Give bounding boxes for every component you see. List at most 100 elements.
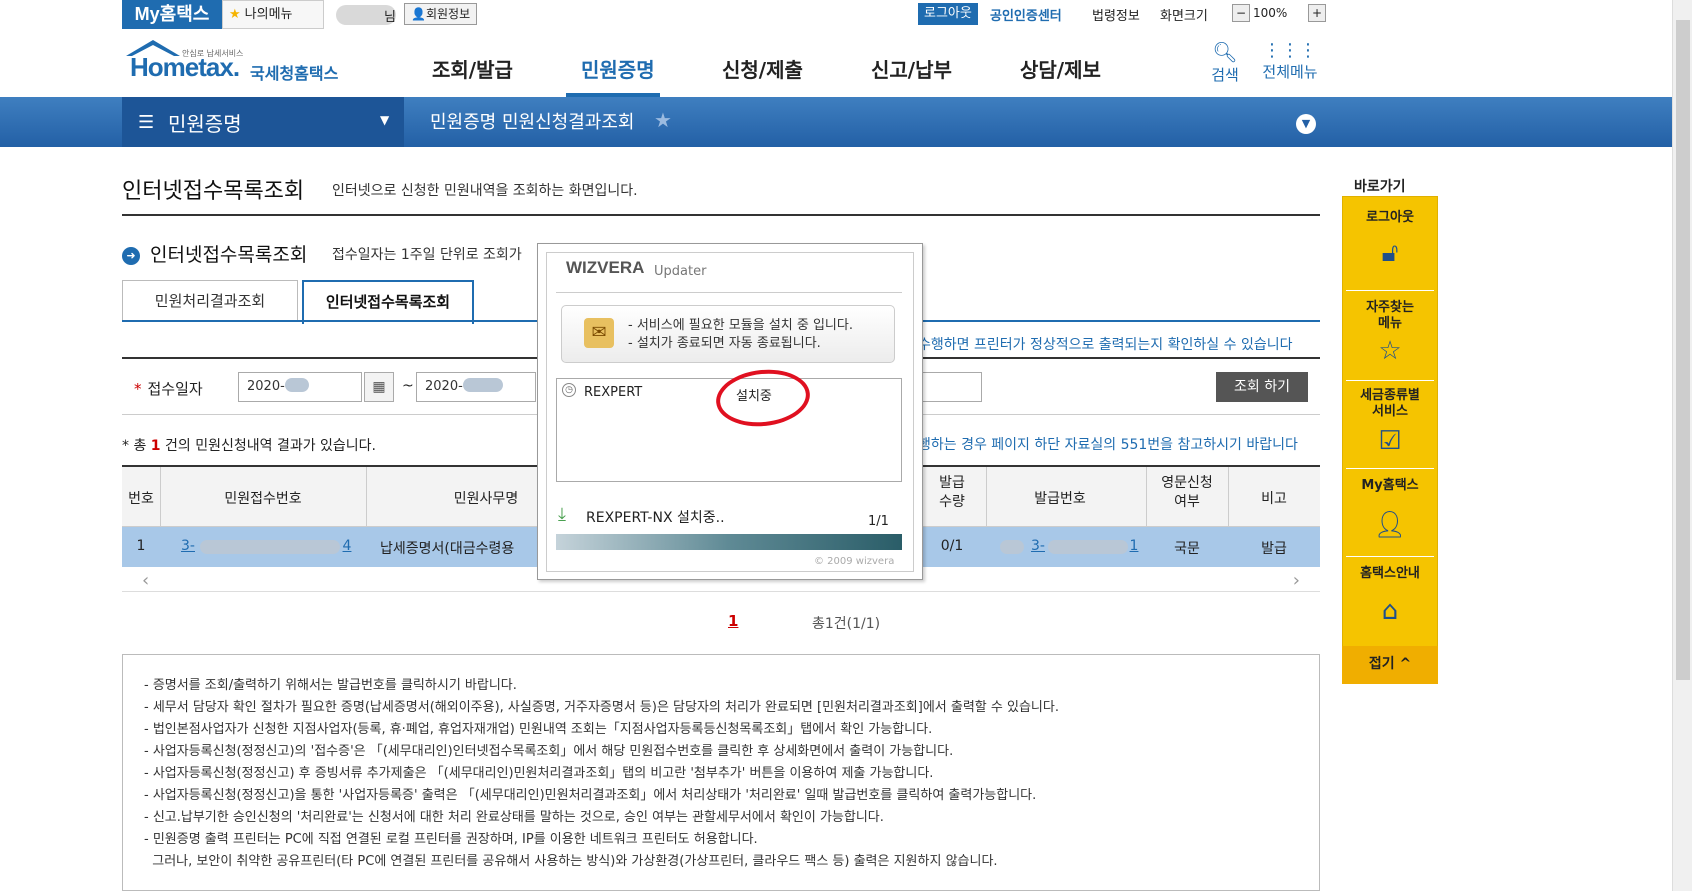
chevron-left-icon[interactable]: ‹ [142,570,149,591]
my-menu-label: 나의메뉴 [244,7,293,22]
popup-divider [556,292,902,293]
tab-internet-receipt-list[interactable]: 인터넷접수목록조회 [302,280,474,324]
gnb-inquiry-issue[interactable]: 조회/발급 [432,54,513,83]
notice-line: - 신고.납부기한 승인신청의 '처리완료'는 신청서에 대한 처리 완료상태를… [144,810,884,825]
section-title-text: 인터넷접수목록조회 [150,244,308,266]
column-header-english: 영문신청 여부 [1161,475,1213,510]
install-message-line: - 서비스에 필요한 모듈을 설치 중 입니다. [628,318,853,333]
column-header-no: 번호 [128,491,154,507]
vertical-scrollbar[interactable] [1672,0,1692,891]
quick-my-hometax-label[interactable]: My홈택스 [1342,478,1438,494]
date-to-value: 2020- [425,379,463,394]
cell-english: 국문 [1174,541,1200,557]
receipt-no-end[interactable]: 4 [340,538,354,554]
chevron-down-icon[interactable]: ▼ [1296,114,1316,134]
home-icon[interactable]: ⌂ [1370,594,1410,628]
person-icon[interactable]: 👤︎ [1370,508,1410,542]
quick-guide-label[interactable]: 홈택스안내 [1342,566,1438,582]
notice-line: - 증명서를 조회/출력하기 위해서는 발급번호를 클릭하시기 바랍니다. [144,678,517,693]
quick-logout-label[interactable]: 로그아웃 [1342,210,1438,226]
gnb-civil-certificate[interactable]: 민원증명 [581,54,655,83]
menu-dropdown-label: 민원증명 [168,112,242,136]
quick-links-title: 바로가기 [1354,179,1406,195]
favorite-star-icon[interactable]: ★ [654,108,672,132]
result-prefix: * 총 [122,438,147,454]
breadcrumb[interactable]: 민원증명 민원신청결과조회 [430,108,634,134]
search-icon: 🔍︎ [1212,40,1238,64]
column-header-remark: 비고 [1261,491,1287,507]
search-label: 검색 [1211,66,1239,84]
quick-favorites-label[interactable]: 자주찾는 메뉴 [1342,300,1438,332]
title-divider [122,214,1320,216]
date-range-separator: ~ [402,378,414,394]
module-name: REXPERT [584,385,643,400]
column-header-receipt-no: 민원접수번호 [224,491,302,507]
grid-icon: ⋮⋮⋮ [1263,40,1317,61]
logo-text: Hometax. [130,52,240,82]
fold-button[interactable]: 접기 ^ [1342,646,1438,684]
masked-receipt-no [200,540,340,554]
quick-tax-service-label[interactable]: 세금종류별 서비스 [1342,388,1438,420]
page-total: 총1건(1/1) [812,616,881,632]
gnb-report-pay[interactable]: 신고/납부 [871,54,952,83]
logout-button[interactable]: 로그아웃 [918,3,978,25]
lock-icon[interactable]: 🔓︎ [1370,236,1410,270]
column-header-issue-qty: 발급 수량 [939,475,965,510]
quick-separator [1346,468,1434,469]
tab-processing-result[interactable]: 민원처리결과조회 [122,280,298,322]
page-link-1[interactable]: 1 [728,612,738,630]
hometax-logo[interactable]: 안심로 납세서비스 Hometax. 국세청홈택스 [122,38,352,88]
calendar-icon[interactable]: ▦ [364,372,394,402]
my-menu-button[interactable]: ★ 나의메뉴 [222,0,324,29]
issue-reference-note[interactable]: 행하는 경우 페이지 하단 자료실의 551번을 참고하시기 바랍니다 [918,434,1298,454]
section-description: 접수일자는 1주일 단위로 조회가 [332,247,522,263]
cell-service-name: 납세증명서(대금수령용 [380,541,515,557]
query-button[interactable]: 조회 하기 [1216,372,1308,402]
cert-center-link[interactable]: 공인인증센터 [990,5,1062,24]
quick-separator [1346,380,1434,381]
issue-no-end[interactable]: 1 [1128,538,1140,554]
search-button[interactable]: 🔍︎ 검색 [1205,40,1245,85]
star-icon[interactable]: ☆ [1370,334,1410,368]
law-info-link[interactable]: 법령정보 [1092,5,1140,24]
notice-line: - 세무서 담당자 확인 절차가 필요한 증명(납세증명서(해외이주용), 사실… [144,700,1059,715]
person-icon: 👤 [411,7,426,21]
download-count: 1/1 [868,514,889,529]
notice-line: - 민원증명 출력 프린터는 PC에 직접 연결된 로컬 프린터를 권장하며, … [144,832,758,847]
checkbox-icon[interactable]: ☑ [1370,424,1410,458]
receipt-no-start[interactable]: 3- [178,538,198,554]
member-info-button[interactable]: 👤회원정보 [404,3,478,25]
quick-separator [1346,290,1434,291]
my-hometax-button[interactable]: My홈택스 [122,0,222,29]
date-from-input[interactable]: 2020- [238,372,362,402]
member-info-label: 회원정보 [425,7,471,21]
quick-separator [1346,556,1434,557]
zoom-in-button[interactable]: + [1308,4,1326,22]
issue-no-start[interactable]: 3- [1028,538,1048,554]
zoom-out-button[interactable]: − [1232,4,1250,22]
updater-label: Updater [654,264,707,279]
chevron-right-icon[interactable]: › [1293,570,1300,591]
clock-icon: ◷ [562,383,576,397]
date-to-input[interactable]: 2020- [416,372,536,402]
gnb-apply-submit[interactable]: 신청/제출 [722,54,803,83]
cell-no: 1 [136,538,146,554]
printer-check-note[interactable]: 수행하면 프린터가 정상적으로 출력되는지 확인하실 수 있습니다 [918,334,1292,354]
menu-dropdown[interactable]: ☰ 민원증명 ▼ [122,97,404,147]
notice-line: - 사업자등록신청(정정신고)을 통한 '사업자등록증' 출력은 「(세무대리인… [144,788,1037,803]
wizvera-logo: WIZVERA [566,258,645,277]
star-icon: ★ [229,7,241,22]
page-description: 인터넷으로 신청한 민원내역을 조회하는 화면입니다. [332,183,638,199]
notice-line: - 사업자등록신청(정정신고)의 '접수증'은 「(세무대리인)인터넷접수목록조… [144,744,954,759]
result-count-number: 1 [150,438,161,454]
notice-line: - 법인본점사업자가 신청한 지점사업자(등록, 휴·폐업, 휴업자재개업) 민… [144,722,933,737]
install-message-line: - 설치가 종료되면 자동 종료됩니다. [628,336,821,351]
gnb-consult-report[interactable]: 상담/제보 [1020,54,1101,83]
receipt-date-text: 접수일자 [147,380,203,398]
download-icon: ⤓ [558,504,566,525]
caret-down-icon: ▼ [380,113,390,127]
all-menu-button[interactable]: ⋮⋮⋮ 전체메뉴 [1258,40,1322,82]
page-title: 인터넷접수목록조회 [122,179,305,204]
scrollbar-thumb[interactable] [1676,20,1690,680]
masked-issue-no [1048,540,1128,554]
